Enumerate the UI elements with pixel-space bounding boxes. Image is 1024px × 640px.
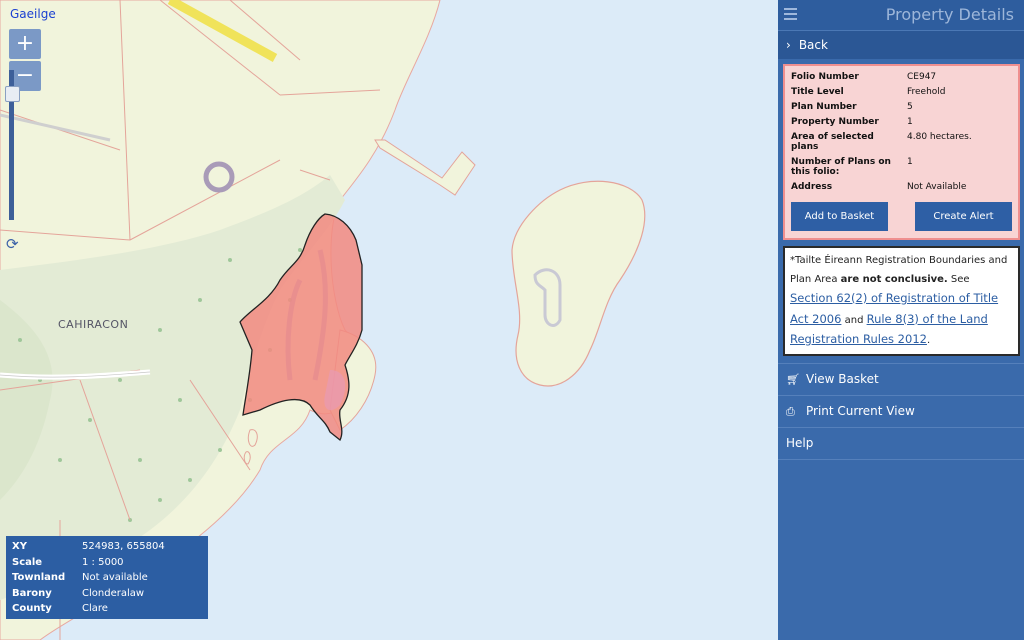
print-view-button[interactable]: ⎙ Print Current View <box>778 396 1024 428</box>
note-text: . <box>926 335 931 346</box>
info-row: Barony Clonderalaw <box>10 586 169 602</box>
property-label: Title Level <box>791 87 844 97</box>
property-details-box: Folio Number CE947 Title Level Freehold Pl… <box>783 64 1020 240</box>
info-row: County Clare <box>10 601 169 617</box>
property-value: CE947 <box>907 72 937 82</box>
info-value: 524983, 655804 <box>82 541 165 553</box>
view-basket-label: View Basket <box>806 371 879 386</box>
property-row: Plan Number 5 <box>791 100 1012 115</box>
back-label: Back <box>798 38 828 52</box>
map-view[interactable]: Gaeilge + − ⟳ CAHIRACON XY 524983, 655804… <box>0 0 778 640</box>
property-label: Plan Number <box>791 102 857 112</box>
property-label: Number of Plans on this folio: <box>791 157 891 177</box>
property-label: Address <box>791 182 833 192</box>
chevron-left-icon: › <box>786 38 791 52</box>
note-bold: are not conclusive. <box>840 273 948 285</box>
property-row: Folio Number CE947 <box>791 70 1012 85</box>
print-icon: ⎙ <box>786 404 795 418</box>
info-label: Townland <box>12 572 66 584</box>
island <box>511 180 646 387</box>
property-row: Area of selected plans 4.80 hectares. <box>791 130 1012 155</box>
note-text: and <box>841 314 867 326</box>
help-link[interactable]: Help <box>778 428 1024 460</box>
place-label: CAHIRACON <box>58 318 129 331</box>
view-basket-button[interactable]: 🛒︎ View Basket <box>778 362 1024 396</box>
disclaimer-note: *Tailte Éireann Registration Boundaries … <box>783 246 1020 356</box>
info-label: County <box>12 603 52 615</box>
info-row: Scale 1 : 5000 <box>10 555 169 571</box>
panel-header: Property Details <box>778 0 1024 30</box>
zoom-slider-thumb[interactable] <box>5 86 20 102</box>
add-to-basket-button[interactable]: Add to Basket <box>791 202 888 231</box>
menu-icon[interactable] <box>784 8 797 23</box>
panel-title: Property Details <box>885 5 1014 24</box>
refresh-icon[interactable]: ⟳ <box>6 235 19 253</box>
info-value: Clonderalaw <box>82 587 145 599</box>
note-text: See <box>947 273 970 285</box>
help-label: Help <box>786 435 814 450</box>
info-label: XY <box>12 541 27 553</box>
print-view-label: Print Current View <box>806 403 915 418</box>
property-value: 5 <box>907 102 913 112</box>
property-label: Folio Number <box>791 72 859 82</box>
property-row: Address Not Available <box>791 180 1012 195</box>
property-row: Title Level Freehold <box>791 85 1012 100</box>
property-row: Number of Plans on this folio: 1 <box>791 155 1012 180</box>
info-label: Scale <box>12 556 43 568</box>
info-label: Barony <box>12 587 52 599</box>
location-info-box: XY 524983, 655804 Scale 1 : 5000 Townland N… <box>6 536 208 619</box>
create-alert-button[interactable]: Create Alert <box>915 202 1012 231</box>
property-label: Area of selected plans <box>791 132 874 152</box>
property-value: 1 <box>907 157 913 167</box>
cart-icon: 🛒︎ <box>786 372 800 386</box>
language-link[interactable]: Gaeilge <box>10 7 56 21</box>
property-value: Freehold <box>907 87 946 97</box>
property-value: Not Available <box>907 182 967 192</box>
property-label: Property Number <box>791 117 879 127</box>
info-value: Not available <box>82 572 148 584</box>
info-row: XY 524983, 655804 <box>10 539 169 555</box>
property-value: 1 <box>907 117 913 127</box>
zoom-in-button[interactable]: + <box>9 29 41 59</box>
property-value: 4.80 hectares. <box>907 132 972 142</box>
property-row: Property Number 1 <box>791 115 1012 130</box>
zoom-slider[interactable] <box>5 70 20 220</box>
pier <box>374 139 476 196</box>
back-button[interactable]: › Back <box>778 30 1024 59</box>
property-panel: Property Details › Back Folio Number CE947… <box>778 0 1024 640</box>
info-value: 1 : 5000 <box>82 556 124 568</box>
info-value: Clare <box>82 603 108 615</box>
info-row: Townland Not available <box>10 570 169 586</box>
